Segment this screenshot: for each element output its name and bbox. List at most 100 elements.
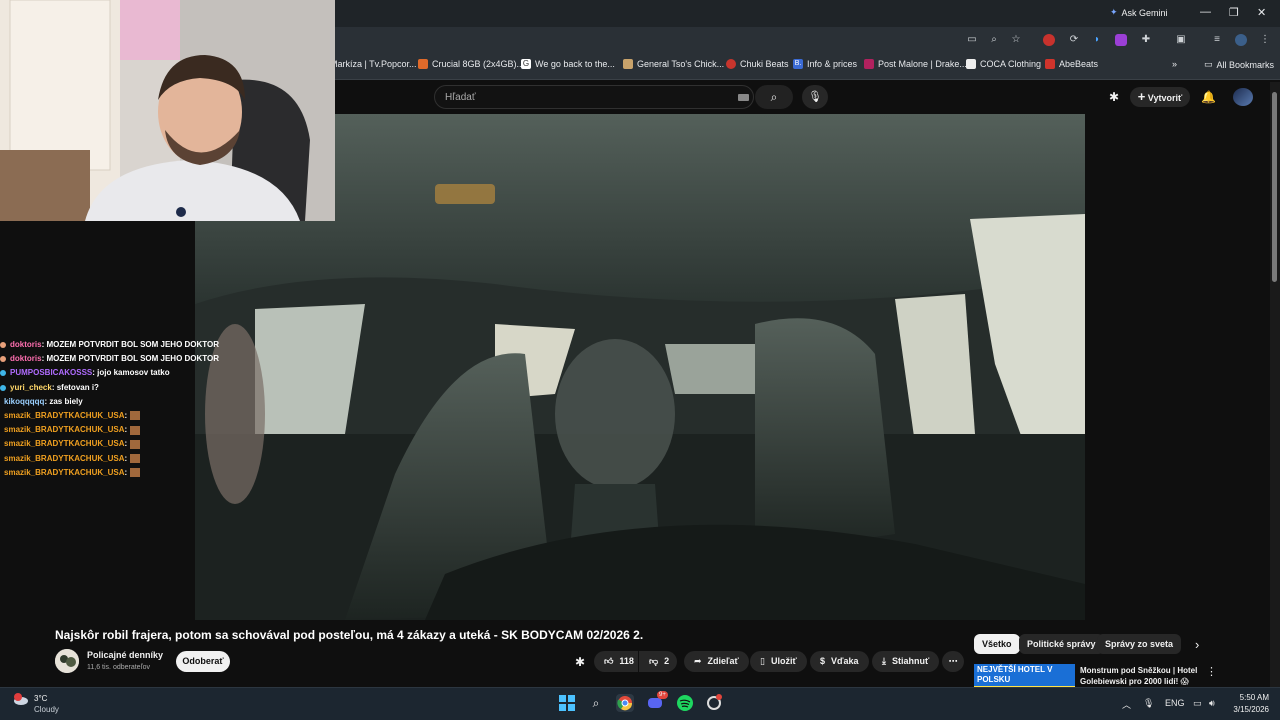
bookmark-label: AbeBeats <box>1059 59 1099 69</box>
discord-badge: 9+ <box>657 691 668 699</box>
extension-purple-icon[interactable] <box>1115 34 1127 46</box>
bookmark-item[interactable]: AbeBeats <box>1045 59 1098 69</box>
bookmark-label: Chuki Beats <box>740 59 789 69</box>
chip-world-news[interactable]: Správy zo sveta <box>1097 634 1182 654</box>
bookmark-item[interactable]: Markíza | Tv.Popcor... <box>330 59 417 69</box>
all-bookmarks-button[interactable]: ▭ All Bookmarks <box>1204 59 1274 70</box>
chat-text: : <box>124 467 128 477</box>
chat-username[interactable]: doktoris <box>10 354 42 363</box>
create-button[interactable]: + Vytvoriť <box>1130 87 1190 107</box>
chat-username[interactable]: smazik_BRADYTKACHUK_USA <box>4 454 124 463</box>
bookmark-label: Crucial 8GB (2x4GB)... <box>432 59 525 69</box>
recommended-menu-icon[interactable]: ⋮ <box>1206 665 1217 678</box>
bookmark-star-icon[interactable]: ☆ <box>1010 34 1022 46</box>
keyboard-icon[interactable] <box>738 94 749 101</box>
volume-icon[interactable]: 🔊︎ <box>1209 698 1215 709</box>
ai-summary-icon[interactable]: ✱ <box>575 655 585 669</box>
bookmarks-overflow-button[interactable]: » <box>1172 59 1177 69</box>
bookmark-item[interactable]: Crucial 8GB (2x4GB)... <box>418 59 524 69</box>
reading-list-icon[interactable]: ≡ <box>1211 34 1223 46</box>
network-icon[interactable]: ▭ <box>1193 698 1202 709</box>
chat-username[interactable]: yuri_check <box>10 383 52 392</box>
bookmark-favicon-icon <box>864 59 874 69</box>
weather-cloud-icon[interactable] <box>12 692 28 706</box>
extensions-puzzle-icon[interactable]: ✚ <box>1140 34 1152 46</box>
chat-username[interactable]: PUMPOSBICAKOSSS <box>10 368 92 377</box>
channel-avatar[interactable] <box>55 649 79 673</box>
subscribe-button[interactable]: Odoberať <box>176 651 230 672</box>
account-avatar[interactable] <box>1233 88 1253 106</box>
chat-username[interactable]: smazik_BRADYTKACHUK_USA <box>4 468 124 477</box>
close-window-button[interactable]: ✕ <box>1257 6 1266 19</box>
search-placeholder: Hľadať <box>445 92 476 103</box>
video-title: Najskôr robil frajera, potom sa schováva… <box>55 628 644 642</box>
chat-username[interactable]: smazik_BRADYTKACHUK_USA <box>4 411 124 420</box>
bookmark-item[interactable]: G We go back to the... <box>521 59 615 69</box>
clock-time[interactable]: 5:50 AM <box>1235 693 1269 702</box>
chat-username[interactable]: smazik_BRADYTKACHUK_USA <box>4 425 124 434</box>
taskbar-search-icon[interactable]: ⌕ <box>587 694 605 712</box>
chat-badge-icon <box>0 384 6 391</box>
cast-icon[interactable]: ▭ <box>966 34 978 46</box>
minimize-button[interactable]: — <box>1200 6 1211 18</box>
clock-date[interactable]: 3/15/2026 <box>1227 705 1269 714</box>
chat-text: : <box>124 411 128 421</box>
channel-subscribers: 11,6 tis. odberateľov <box>87 664 151 671</box>
chat-username[interactable]: kikoqqqqq <box>4 397 44 406</box>
bookmark-item[interactable]: General Tso's Chick... <box>623 59 724 69</box>
chat-text: : <box>124 439 128 449</box>
chip-political-news[interactable]: Politické správy <box>1019 634 1104 654</box>
scrollbar-thumb[interactable] <box>1272 92 1277 282</box>
share-button[interactable]: ➦ Zdieľať <box>684 651 749 672</box>
search-button[interactable]: ⌕ <box>755 85 793 109</box>
profile-avatar-icon[interactable] <box>1235 34 1247 46</box>
download-button[interactable]: ⤓ Stiahnuť <box>872 651 940 672</box>
split-view-icon[interactable]: ▣ <box>1175 34 1187 46</box>
channel-avatar-image <box>55 649 79 673</box>
bookmark-item[interactable]: Post Malone | Drake... <box>864 59 967 69</box>
ask-gemini-button[interactable]: ✦ Ask Gemini <box>1110 7 1168 18</box>
save-button[interactable]: ▯ Uložiť <box>750 651 807 672</box>
dislike-button[interactable]: 👎︎ 2 <box>639 651 677 672</box>
bookmark-item[interactable]: B. Info & prices <box>793 59 857 69</box>
zoom-icon[interactable]: ⌕ <box>988 34 1000 46</box>
bookmark-favicon-icon <box>1045 59 1055 69</box>
search-input[interactable]: Hľadať <box>434 85 754 109</box>
bookmark-item[interactable]: COCA Clothing <box>966 59 1041 69</box>
windows-start-icon[interactable] <box>558 694 576 712</box>
studio-gear-icon[interactable]: ✱ <box>1109 90 1119 104</box>
app-gear-icon[interactable] <box>705 694 723 712</box>
voice-search-button[interactable]: 🎙 <box>802 85 828 109</box>
extension-red-icon[interactable] <box>1043 34 1055 46</box>
recommended-title[interactable]: Monstrum pod Sněžkou | Hotel Golebiewski… <box>1080 665 1200 687</box>
restore-button[interactable]: ❐ <box>1229 6 1239 19</box>
chat-message: PUMPOSBICAKOSSS: jojo kamosov tatko <box>0 366 200 380</box>
discord-icon[interactable]: 9+ <box>646 691 668 712</box>
chat-username[interactable]: smazik_BRADYTKACHUK_USA <box>4 439 124 448</box>
bookmark-icon: ▯ <box>760 656 765 666</box>
chat-message: doktoris: MOZEM POTVRDIT BOL SOM JEHO DO… <box>0 338 219 352</box>
chrome-menu-icon[interactable]: ⋮ <box>1259 34 1271 46</box>
chip-all[interactable]: Všetko <box>974 634 1020 654</box>
thumbnail-text: NEJVĚTŠÍ HOTEL V POLSKU <box>974 664 1075 686</box>
recommended-thumbnail[interactable]: NEJVĚTŠÍ HOTEL V POLSKU <box>974 664 1075 687</box>
bookmark-label: General Tso's Chick... <box>637 59 725 69</box>
thanks-button[interactable]: $ Vďaka <box>810 651 869 672</box>
chat-username[interactable]: doktoris <box>10 340 42 349</box>
chrome-taskbar-icon[interactable] <box>616 694 634 712</box>
chat-text: : <box>124 453 128 463</box>
tray-overflow-chevron-icon[interactable]: ︿ <box>1122 698 1131 711</box>
more-actions-button[interactable]: ⋯ <box>942 651 964 672</box>
extension-blue-icon[interactable]: ◗ <box>1091 34 1103 46</box>
spotify-icon[interactable] <box>676 694 694 712</box>
like-button[interactable]: 👍︎ 118 <box>594 651 638 672</box>
bookmark-item[interactable]: Chuki Beats <box>726 59 789 69</box>
notifications-bell-icon[interactable]: 🔔 <box>1201 90 1216 104</box>
extension-gray-icon[interactable]: ⟳ <box>1068 34 1080 46</box>
input-language[interactable]: ENG <box>1165 698 1185 708</box>
chat-text: : sfetovan i? <box>51 382 99 392</box>
chat-text: : MOZEM POTVRDIT BOL SOM JEHO DOKTOR <box>41 340 220 349</box>
tray-mic-icon[interactable]: 🎙︎ <box>1143 698 1154 709</box>
chips-next-chevron-icon[interactable]: › <box>1195 637 1199 652</box>
channel-name[interactable]: Policajné denníky <box>87 650 163 660</box>
